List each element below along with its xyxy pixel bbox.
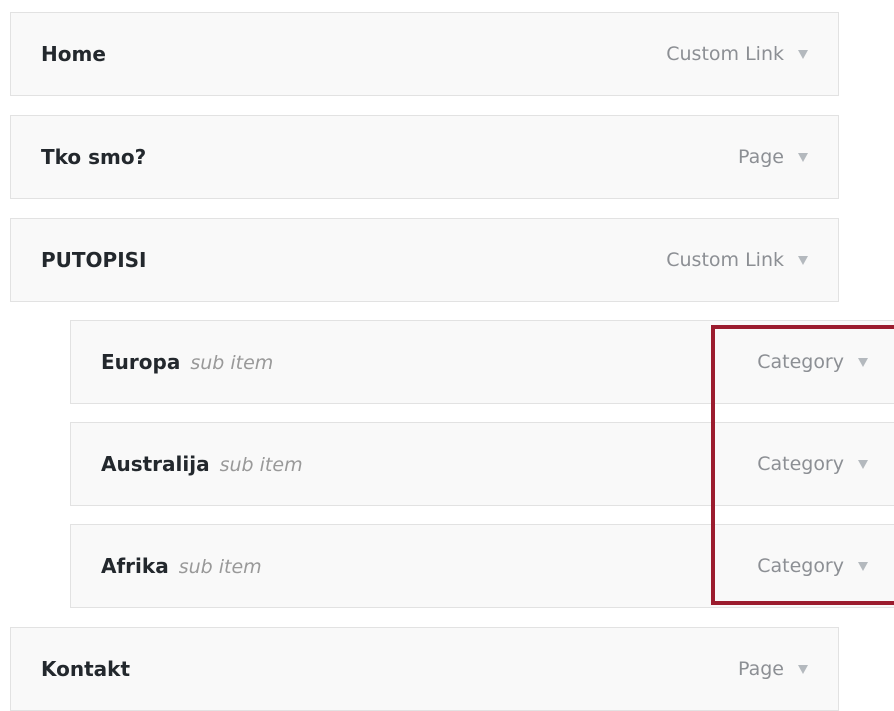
menu-item-europa[interactable]: Europa sub item Category <box>70 320 894 404</box>
menu-item-title: Tko smo? <box>41 145 146 169</box>
menu-item-name: PUTOPISI <box>41 248 147 272</box>
triangle-down-icon[interactable] <box>858 459 868 469</box>
menu-item-type: Category <box>757 555 844 577</box>
menu-item-name: Afrika <box>101 554 169 578</box>
menu-item-name: Australija <box>101 452 210 476</box>
menu-item-title: Afrika sub item <box>101 554 262 578</box>
menu-item-kontakt[interactable]: Kontakt Page <box>10 627 839 711</box>
sub-item-label: sub item <box>190 352 274 374</box>
triangle-down-icon[interactable] <box>798 255 808 265</box>
menu-item-type: Custom Link <box>666 43 784 65</box>
menu-item-afrika[interactable]: Afrika sub item Category <box>70 524 894 608</box>
menu-item-controls: Category <box>757 351 868 373</box>
triangle-down-icon[interactable] <box>798 664 808 674</box>
sub-item-label: sub item <box>178 556 262 578</box>
menu-item-controls: Custom Link <box>666 249 808 271</box>
menu-item-controls: Custom Link <box>666 43 808 65</box>
menu-item-name: Europa <box>101 350 181 374</box>
menu-item-title: Australija sub item <box>101 452 303 476</box>
menu-item-type: Category <box>757 351 844 373</box>
menu-item-name: Tko smo? <box>41 145 147 169</box>
triangle-down-icon[interactable] <box>858 357 868 367</box>
menu-item-type: Page <box>738 146 784 168</box>
menu-item-tko-smo[interactable]: Tko smo? Page <box>10 115 839 199</box>
menu-item-controls: Category <box>757 555 868 577</box>
menu-item-home[interactable]: Home Custom Link <box>10 12 839 96</box>
menu-item-title: Kontakt <box>41 657 130 681</box>
menu-item-controls: Page <box>738 658 808 680</box>
menu-item-australija[interactable]: Australija sub item Category <box>70 422 894 506</box>
menu-item-title: PUTOPISI <box>41 248 147 272</box>
menu-item-type: Custom Link <box>666 249 784 271</box>
menu-item-title: Home <box>41 42 106 66</box>
menu-item-name: Home <box>41 42 106 66</box>
menu-item-controls: Category <box>757 453 868 475</box>
menu-item-name: Kontakt <box>41 657 131 681</box>
menu-item-putopisi[interactable]: PUTOPISI Custom Link <box>10 218 839 302</box>
triangle-down-icon[interactable] <box>798 152 808 162</box>
menu-item-title: Europa sub item <box>101 350 273 374</box>
menu-item-controls: Page <box>738 146 808 168</box>
menu-item-type: Category <box>757 453 844 475</box>
menu-item-type: Page <box>738 658 784 680</box>
triangle-down-icon[interactable] <box>798 49 808 59</box>
triangle-down-icon[interactable] <box>858 561 868 571</box>
sub-item-label: sub item <box>219 454 303 476</box>
